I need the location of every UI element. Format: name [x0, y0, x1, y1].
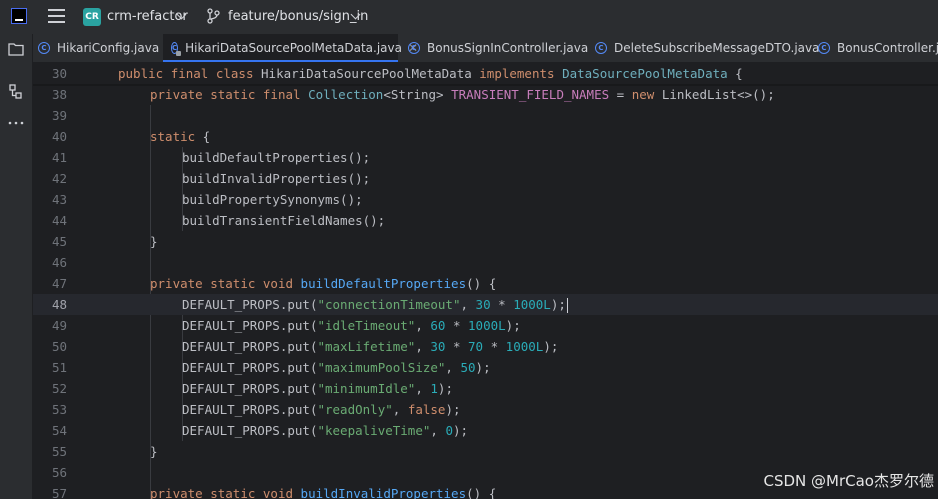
- tab-bonus-controller[interactable]: C BonusController.java: [818, 34, 938, 62]
- java-class-icon: C: [408, 42, 420, 54]
- app-logo-icon[interactable]: [11, 8, 27, 24]
- line-number[interactable]: 49: [33, 315, 67, 336]
- code-text: DEFAULT_PROPS.put("maximumPoolSize", 50)…: [182, 360, 491, 375]
- code-line[interactable]: 53 DEFAULT_PROPS.put("readOnly", false);: [33, 399, 938, 420]
- code-text: buildTransientFieldNames();: [182, 213, 386, 228]
- code-line[interactable]: 49 DEFAULT_PROPS.put("idleTimeout", 60 * …: [33, 315, 938, 336]
- editor-tab-bar: C HikariConfig.java C HikariDataSourcePo…: [33, 34, 938, 63]
- code-line[interactable]: 39: [33, 105, 938, 126]
- title-bar: CR crm-refactor feature/bonus/sign_in: [0, 0, 938, 34]
- project-folder-icon[interactable]: [8, 42, 24, 56]
- line-number[interactable]: 38: [33, 84, 67, 105]
- sticky-class-header[interactable]: 30 public final class HikariDataSourcePoo…: [33, 63, 938, 84]
- code-text: DEFAULT_PROPS.put("keepaliveTime", 0);: [182, 423, 469, 438]
- code-text: public final class HikariDataSourcePoolM…: [118, 66, 743, 81]
- watermark: CSDN @MrCao杰罗尔德: [763, 472, 935, 490]
- java-class-icon: C: [818, 42, 830, 54]
- structure-icon[interactable]: [8, 84, 24, 100]
- code-line[interactable]: 46: [33, 252, 938, 273]
- project-badge[interactable]: CR: [83, 8, 101, 26]
- code-text: DEFAULT_PROPS.put("connectionTimeout", 3…: [182, 297, 568, 313]
- code-line[interactable]: 48 DEFAULT_PROPS.put("connectionTimeout",…: [33, 294, 938, 315]
- java-class-icon: C: [38, 42, 50, 54]
- main-menu-icon[interactable]: [48, 9, 65, 23]
- branch-name[interactable]: feature/bonus/sign_in: [228, 9, 368, 24]
- code-editor[interactable]: 30 public final class HikariDataSourcePoo…: [33, 63, 938, 499]
- code-line[interactable]: 42 buildInvalidProperties();: [33, 168, 938, 189]
- line-number[interactable]: 42: [33, 168, 67, 189]
- line-number[interactable]: 55: [33, 441, 67, 462]
- java-class-icon: C: [595, 42, 607, 54]
- line-number[interactable]: 40: [33, 126, 67, 147]
- code-line[interactable]: 55}: [33, 441, 938, 462]
- line-number[interactable]: 30: [33, 63, 67, 84]
- code-line[interactable]: 50 DEFAULT_PROPS.put("maxLifetime", 30 * …: [33, 336, 938, 357]
- code-text: buildInvalidProperties();: [182, 171, 371, 186]
- code-text: DEFAULT_PROPS.put("minimumIdle", 1);: [182, 381, 453, 396]
- line-number[interactable]: 54: [33, 420, 67, 441]
- tab-label: DeleteSubscribeMessageDTO.java: [614, 41, 820, 55]
- line-number[interactable]: 50: [33, 336, 67, 357]
- line-number[interactable]: 44: [33, 210, 67, 231]
- line-number[interactable]: 45: [33, 231, 67, 252]
- code-text: }: [150, 444, 158, 459]
- text-caret: [566, 298, 568, 313]
- line-number[interactable]: 53: [33, 399, 67, 420]
- git-branch-icon: [207, 8, 220, 24]
- tab-label: HikariDataSourcePoolMetaData.java: [185, 41, 402, 55]
- line-number[interactable]: 47: [33, 273, 67, 294]
- tab-label: BonusController.java: [837, 41, 938, 55]
- code-text: DEFAULT_PROPS.put("readOnly", false);: [182, 402, 461, 417]
- code-text: private static final Collection<String> …: [150, 87, 775, 102]
- project-name[interactable]: crm-refactor: [107, 9, 188, 24]
- code-line[interactable]: 52 DEFAULT_PROPS.put("minimumIdle", 1);: [33, 378, 938, 399]
- line-number[interactable]: 48: [33, 294, 67, 315]
- tab-delete-subscribe-message-dto[interactable]: C DeleteSubscribeMessageDTO.java: [595, 34, 819, 62]
- code-text: static {: [150, 129, 211, 144]
- line-number[interactable]: 46: [33, 252, 67, 273]
- line-number[interactable]: 56: [33, 462, 67, 483]
- code-line[interactable]: 40 static {: [33, 126, 938, 147]
- tab-hikari-config[interactable]: C HikariConfig.java: [38, 34, 159, 62]
- more-tools-icon[interactable]: [8, 120, 24, 126]
- tab-bonus-sign-in-controller[interactable]: C BonusSignInController.java: [408, 34, 588, 62]
- code-text: private static void buildInvalidProperti…: [150, 486, 497, 499]
- tool-window-strip: [0, 34, 33, 499]
- line-number[interactable]: 39: [33, 105, 67, 126]
- code-line[interactable]: 44 buildTransientFieldNames();: [33, 210, 938, 231]
- code-line[interactable]: 43 buildPropertySynonyms();: [33, 189, 938, 210]
- code-text: }: [150, 234, 158, 249]
- code-text: buildDefaultProperties();: [182, 150, 371, 165]
- code-line[interactable]: 38 private static final Collection<String…: [33, 84, 938, 105]
- tab-label: BonusSignInController.java: [427, 41, 589, 55]
- line-number[interactable]: 52: [33, 378, 67, 399]
- code-line[interactable]: 41 buildDefaultProperties();: [33, 147, 938, 168]
- line-number[interactable]: 41: [33, 147, 67, 168]
- code-text: buildPropertySynonyms();: [182, 192, 363, 207]
- line-number[interactable]: 57: [33, 483, 67, 499]
- code-line[interactable]: 47 private static void buildDefaultProper…: [33, 273, 938, 294]
- code-line[interactable]: 54 DEFAULT_PROPS.put("keepaliveTime", 0);: [33, 420, 938, 441]
- code-line[interactable]: 45}: [33, 231, 938, 252]
- line-number[interactable]: 51: [33, 357, 67, 378]
- code-text: DEFAULT_PROPS.put("maxLifetime", 30 * 70…: [182, 339, 559, 354]
- tab-label: HikariConfig.java: [57, 41, 160, 55]
- code-text: private static void buildDefaultProperti…: [150, 276, 497, 291]
- java-class-readonly-icon: C: [171, 42, 182, 56]
- line-number[interactable]: 43: [33, 189, 67, 210]
- code-text: DEFAULT_PROPS.put("idleTimeout", 60 * 10…: [182, 318, 521, 333]
- tab-hikari-datasource-pool-metadata[interactable]: C HikariDataSourcePoolMetaData.java ✕: [163, 34, 418, 62]
- code-line[interactable]: 51 DEFAULT_PROPS.put("maximumPoolSize", 5…: [33, 357, 938, 378]
